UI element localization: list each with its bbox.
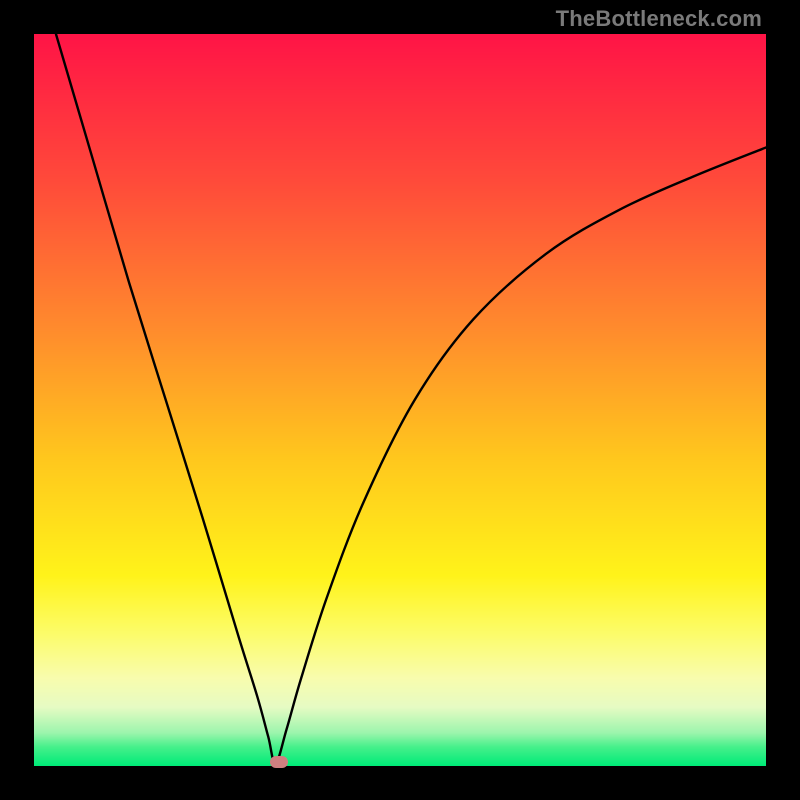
bottleneck-curve — [56, 34, 766, 764]
curve-layer — [34, 34, 766, 766]
minimum-marker — [270, 756, 288, 768]
plot-area — [34, 34, 766, 766]
watermark-text: TheBottleneck.com — [556, 6, 762, 32]
